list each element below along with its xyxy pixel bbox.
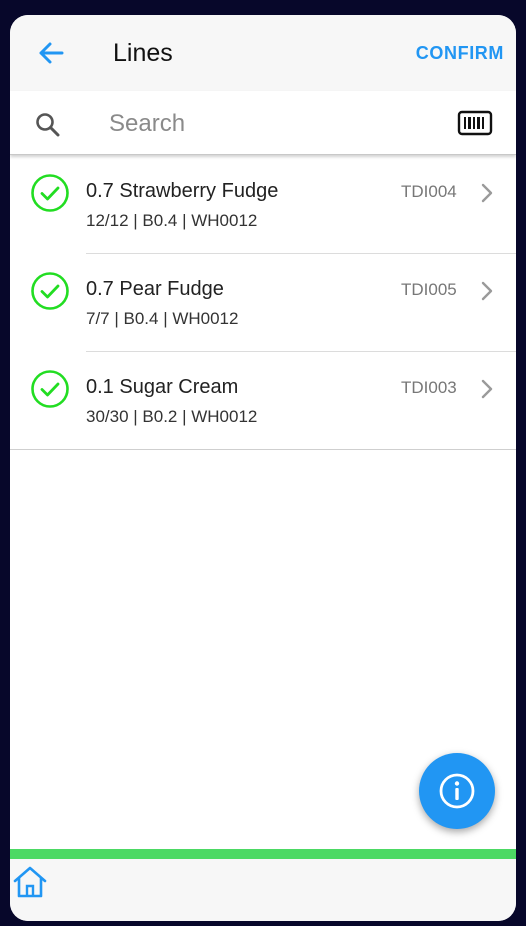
arrow-left-icon <box>39 42 64 64</box>
line-details: 7/7 | B0.4 | WH0012 <box>86 309 239 328</box>
app-header: Lines CONFIRM <box>10 15 516 91</box>
back-button[interactable] <box>36 39 66 67</box>
status-bar <box>10 849 516 859</box>
list-item[interactable]: 0.7 Strawberry Fudge TDI004 12/12 | B0.4… <box>10 156 516 254</box>
list-item[interactable]: 0.1 Sugar Cream TDI003 30/30 | B0.2 | WH… <box>10 352 516 450</box>
phone-screen: Lines CONFIRM 0.7 Strawberry Fudge TDI00… <box>10 15 516 921</box>
home-button[interactable] <box>12 865 48 899</box>
list-item[interactable]: 0.7 Pear Fudge TDI005 7/7 | B0.4 | WH001… <box>10 254 516 352</box>
info-button[interactable] <box>419 753 495 829</box>
check-circle-icon <box>31 174 69 212</box>
barcode-scan-button[interactable] <box>457 109 493 137</box>
barcode-icon <box>457 110 493 136</box>
chevron-right-icon <box>481 379 493 399</box>
line-name: 0.7 Pear Fudge <box>86 278 224 300</box>
search-input[interactable] <box>107 105 441 143</box>
home-icon <box>13 866 47 898</box>
line-name: 0.7 Strawberry Fudge <box>86 180 279 202</box>
chevron-right-icon <box>481 183 493 203</box>
line-code: TDI004 <box>401 182 457 201</box>
search-bar <box>10 91 516 155</box>
lines-list: 0.7 Strawberry Fudge TDI004 12/12 | B0.4… <box>10 156 516 450</box>
line-details: 12/12 | B0.4 | WH0012 <box>86 211 258 230</box>
line-code: TDI005 <box>401 280 457 299</box>
info-icon <box>439 773 475 809</box>
check-circle-icon <box>31 370 69 408</box>
check-circle-icon <box>31 272 69 310</box>
confirm-button[interactable]: CONFIRM <box>416 43 504 64</box>
line-details: 30/30 | B0.2 | WH0012 <box>86 407 258 426</box>
line-code: TDI003 <box>401 378 457 397</box>
line-name: 0.1 Sugar Cream <box>86 376 239 398</box>
page-title: Lines <box>113 39 173 67</box>
chevron-right-icon <box>481 281 493 301</box>
search-icon <box>36 113 60 137</box>
bottom-nav <box>10 859 516 921</box>
divider <box>10 449 516 450</box>
